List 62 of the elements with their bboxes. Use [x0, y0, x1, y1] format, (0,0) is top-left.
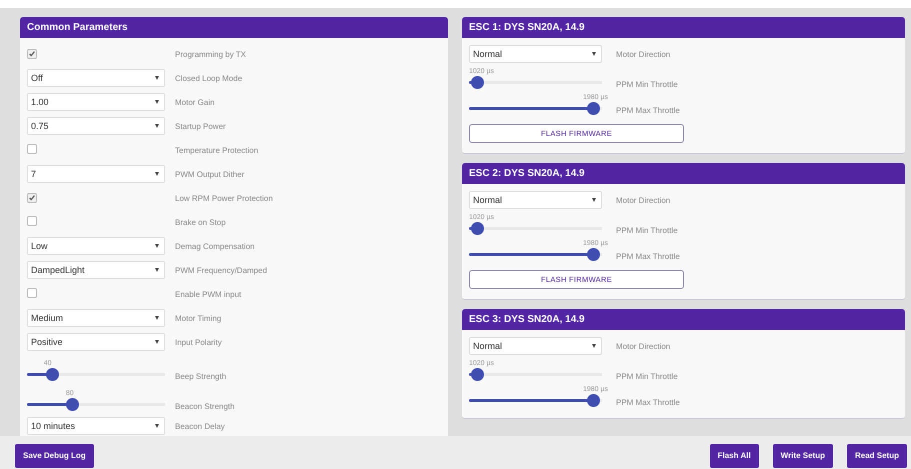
setting-label: PWM Output Dither: [175, 170, 244, 178]
setting-label: Startup Power: [175, 122, 226, 130]
setting-label: Demag Compensation: [175, 242, 255, 250]
caret-icon: [155, 100, 159, 104]
setting-label: Programming by TX: [175, 50, 246, 58]
setting-label: Brake on Stop: [175, 218, 226, 226]
setting-label: Beep Strength: [175, 372, 226, 381]
dropdown[interactable]: 10 minutes: [27, 417, 165, 435]
dropdown[interactable]: Positive: [27, 333, 165, 351]
checkbox[interactable]: [27, 144, 37, 154]
checkbox[interactable]: [27, 288, 37, 298]
setting-label: PPM Max Throttle: [616, 252, 680, 261]
caret-icon: [592, 198, 596, 202]
setting-label: Beacon Strength: [175, 402, 235, 411]
checkbox[interactable]: [27, 49, 37, 59]
checkbox[interactable]: [27, 216, 37, 226]
panel-title: ESC 2: DYS SN20A, 14.9: [462, 163, 905, 184]
setting-label: Motor Direction: [616, 196, 670, 204]
caret-icon: [155, 268, 159, 272]
setting-label: PWM Frequency/Damped: [175, 266, 268, 274]
setting-label: PPM Max Throttle: [616, 398, 680, 407]
setting-label: Closed Loop Mode: [175, 74, 242, 82]
caret-icon: [155, 76, 159, 80]
footer-button[interactable]: Flash All: [710, 444, 759, 468]
dropdown[interactable]: 0.75: [27, 117, 165, 135]
setting-label: PPM Min Throttle: [616, 80, 678, 89]
footer-button[interactable]: Write Setup: [772, 444, 833, 468]
setting-label: PPM Max Throttle: [616, 106, 680, 115]
setting-label: Motor Direction: [616, 50, 670, 58]
caret-icon: [592, 52, 596, 56]
checkbox[interactable]: [27, 193, 37, 203]
setting-label: Beacon Delay: [175, 422, 225, 430]
footer-button[interactable]: Read Setup: [846, 444, 907, 468]
caret-icon: [155, 340, 159, 344]
setting-label: PPM Min Throttle: [616, 372, 678, 381]
panel-title: ESC 3: DYS SN20A, 14.9: [462, 309, 905, 330]
dropdown[interactable]: Low: [27, 237, 165, 255]
setting-label: Low RPM Power Protection: [175, 194, 273, 202]
dropdown[interactable]: Medium: [27, 309, 165, 327]
setting-label: Motor Direction: [616, 342, 670, 350]
setting-label: Enable PWM input: [175, 290, 242, 298]
save-debug-log-button[interactable]: Save Debug Log: [15, 444, 94, 468]
setting-label: Motor Gain: [175, 98, 215, 106]
dropdown[interactable]: DampedLight: [27, 261, 165, 279]
dropdown[interactable]: 7: [27, 165, 165, 183]
panel-title: Common Parameters: [20, 17, 448, 38]
panel-title: ESC 1: DYS SN20A, 14.9: [462, 17, 905, 38]
dropdown[interactable]: 1.00: [27, 93, 165, 111]
caret-icon: [155, 172, 159, 176]
caret-icon: [155, 424, 159, 428]
setting-label: PPM Min Throttle: [616, 226, 678, 235]
setting-label: Temperature Protection: [175, 146, 258, 154]
setting-label: Input Polarity: [175, 338, 222, 346]
caret-icon: [155, 124, 159, 128]
dropdown[interactable]: Normal: [469, 191, 602, 209]
caret-icon: [592, 344, 596, 348]
dropdown[interactable]: Normal: [469, 45, 602, 63]
setting-label: Motor Timing: [175, 314, 222, 322]
caret-icon: [155, 316, 159, 320]
dropdown[interactable]: Normal: [469, 337, 602, 355]
dropdown[interactable]: Off: [27, 69, 165, 87]
caret-icon: [155, 244, 159, 248]
